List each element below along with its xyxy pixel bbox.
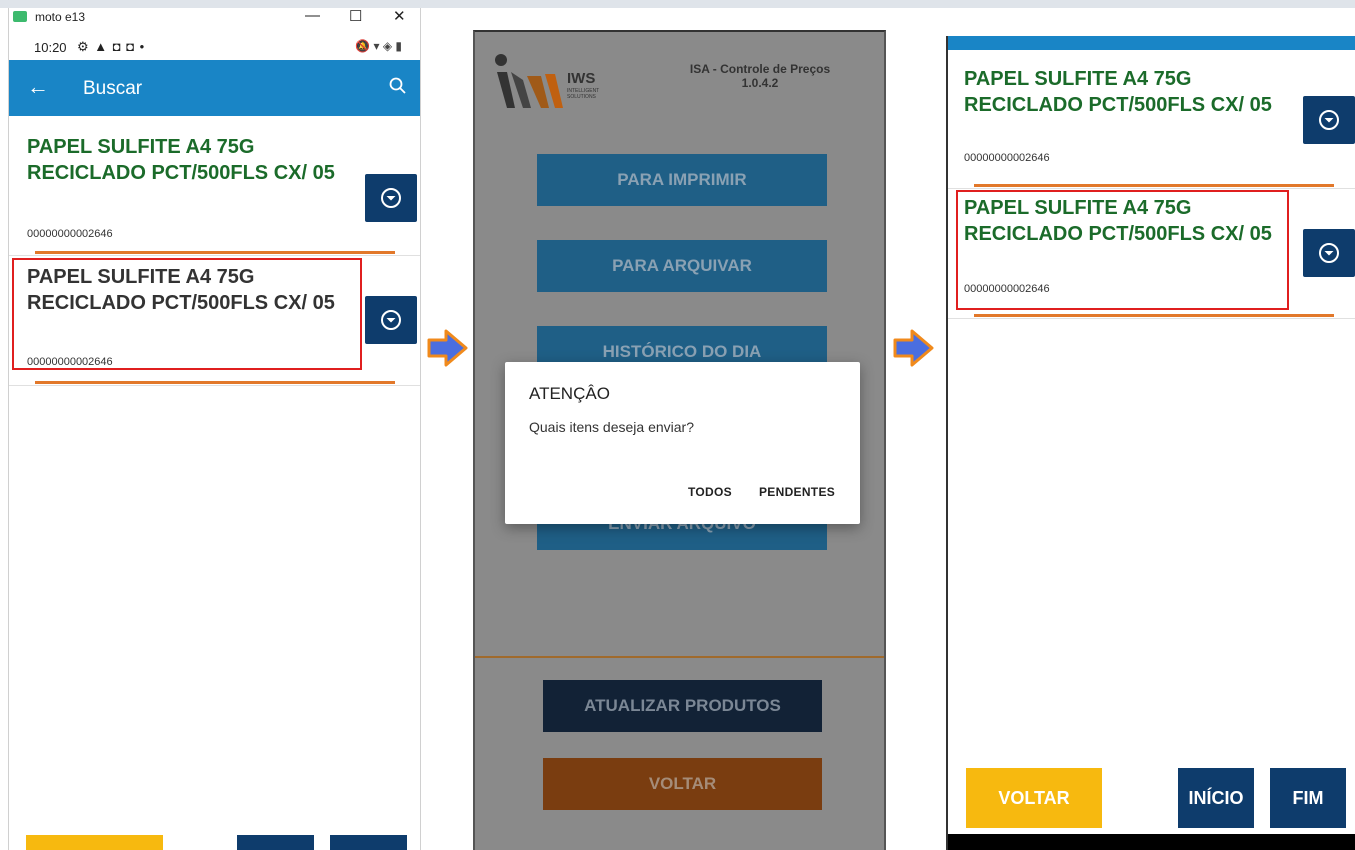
end-button[interactable]: FIM	[1270, 768, 1346, 828]
expand-button[interactable]	[365, 296, 417, 344]
product-code: 00000000002646	[27, 228, 113, 240]
logo-text: IWS	[567, 70, 596, 87]
android-app-icon	[13, 11, 27, 22]
item-divider	[35, 251, 395, 254]
status-time: 10:20	[34, 40, 67, 55]
search-icon[interactable]	[388, 76, 408, 96]
start-button[interactable]	[237, 835, 314, 850]
chevron-down-circle-icon	[1319, 110, 1339, 130]
dialog-title: ATENÇÂO	[529, 384, 610, 403]
separator	[948, 318, 1355, 319]
alert-dialog: ATENÇÂO Quais itens deseja enviar? TODOS…	[505, 362, 860, 524]
product-name: PAPEL SULFITE A4 75G RECICLADO PCT/500FL…	[27, 136, 335, 184]
arrow-right-icon	[427, 329, 468, 367]
app-menu-screen: IWS INTELLIGENT SOLUTIONS ISA - Controle…	[473, 30, 886, 850]
item-divider	[974, 184, 1334, 187]
arrow-right-icon	[893, 329, 934, 367]
product-name: PAPEL SULFITE A4 75G RECICLADO PCT/500FL…	[964, 68, 1272, 116]
product-code: 00000000002646	[964, 152, 1050, 164]
divider	[475, 656, 884, 658]
expand-button[interactable]	[1303, 96, 1355, 144]
app-header: ISA - Controle de Preços 1.0.4.2	[655, 62, 865, 90]
close-icon[interactable]: ✕	[393, 8, 406, 25]
app-bar: ← Buscar	[9, 60, 420, 116]
back-arrow-icon[interactable]: ←	[27, 74, 49, 100]
back-button[interactable]: VOLTAR	[543, 758, 822, 810]
print-button[interactable]: PARA IMPRIMIR	[537, 154, 827, 206]
emulator-window: moto e13 — ☐ ✕ 10:20 ⚙ ▲ ◘ ◘ • 🔕 ▾ ◈ ▮ ←…	[8, 8, 421, 850]
selection-highlight	[12, 258, 362, 370]
minimize-icon[interactable]: —	[305, 8, 320, 24]
dialog-message: Quais itens deseja enviar?	[529, 419, 694, 435]
search-result-screen: PAPEL SULFITE A4 75G RECICLADO PCT/500FL…	[946, 36, 1355, 850]
end-button[interactable]	[330, 835, 407, 850]
chevron-down-circle-icon	[381, 310, 401, 330]
nav-bar	[948, 834, 1355, 850]
page-title: Buscar	[83, 78, 143, 99]
expand-button[interactable]	[1303, 229, 1355, 277]
item-divider	[35, 381, 395, 384]
start-button[interactable]: INÍCIO	[1178, 768, 1254, 828]
chevron-down-circle-icon	[1319, 243, 1339, 263]
all-items-button[interactable]: TODOS	[688, 485, 732, 499]
logo-subtext: INTELLIGENT SOLUTIONS	[567, 88, 600, 100]
system-icons: 🔕 ▾ ◈ ▮	[355, 39, 402, 53]
separator	[9, 385, 420, 386]
app-bar	[948, 36, 1355, 50]
expand-button[interactable]	[365, 174, 417, 222]
top-border	[0, 0, 1355, 8]
android-status-bar: 10:20 ⚙ ▲ ◘ ◘ • 🔕 ▾ ◈ ▮	[9, 36, 420, 60]
item-divider	[974, 314, 1334, 317]
update-products-button[interactable]: ATUALIZAR PRODUTOS	[543, 680, 822, 732]
back-button[interactable]	[26, 835, 163, 850]
maximize-icon[interactable]: ☐	[349, 8, 362, 25]
selection-highlight	[956, 190, 1289, 310]
window-title: moto e13	[35, 10, 86, 24]
window-titlebar: moto e13 — ☐ ✕	[9, 8, 420, 36]
archive-button[interactable]: PARA ARQUIVAR	[537, 240, 827, 292]
pending-items-button[interactable]: PENDENTES	[759, 485, 835, 499]
notification-icons: ⚙ ▲ ◘ ◘ •	[77, 39, 146, 54]
app-title: ISA - Controle de Preços	[689, 62, 831, 76]
back-button[interactable]: VOLTAR	[966, 768, 1102, 828]
list-item[interactable]: PAPEL SULFITE A4 75G RECICLADO PCT/500FL…	[9, 116, 420, 256]
chevron-down-circle-icon	[381, 188, 401, 208]
screenshot-stage: moto e13 — ☐ ✕ 10:20 ⚙ ▲ ◘ ◘ • 🔕 ▾ ◈ ▮ ←…	[0, 0, 1355, 850]
app-version: 1.0.4.2	[741, 76, 779, 90]
list-item[interactable]: PAPEL SULFITE A4 75G RECICLADO PCT/500FL…	[948, 50, 1355, 186]
